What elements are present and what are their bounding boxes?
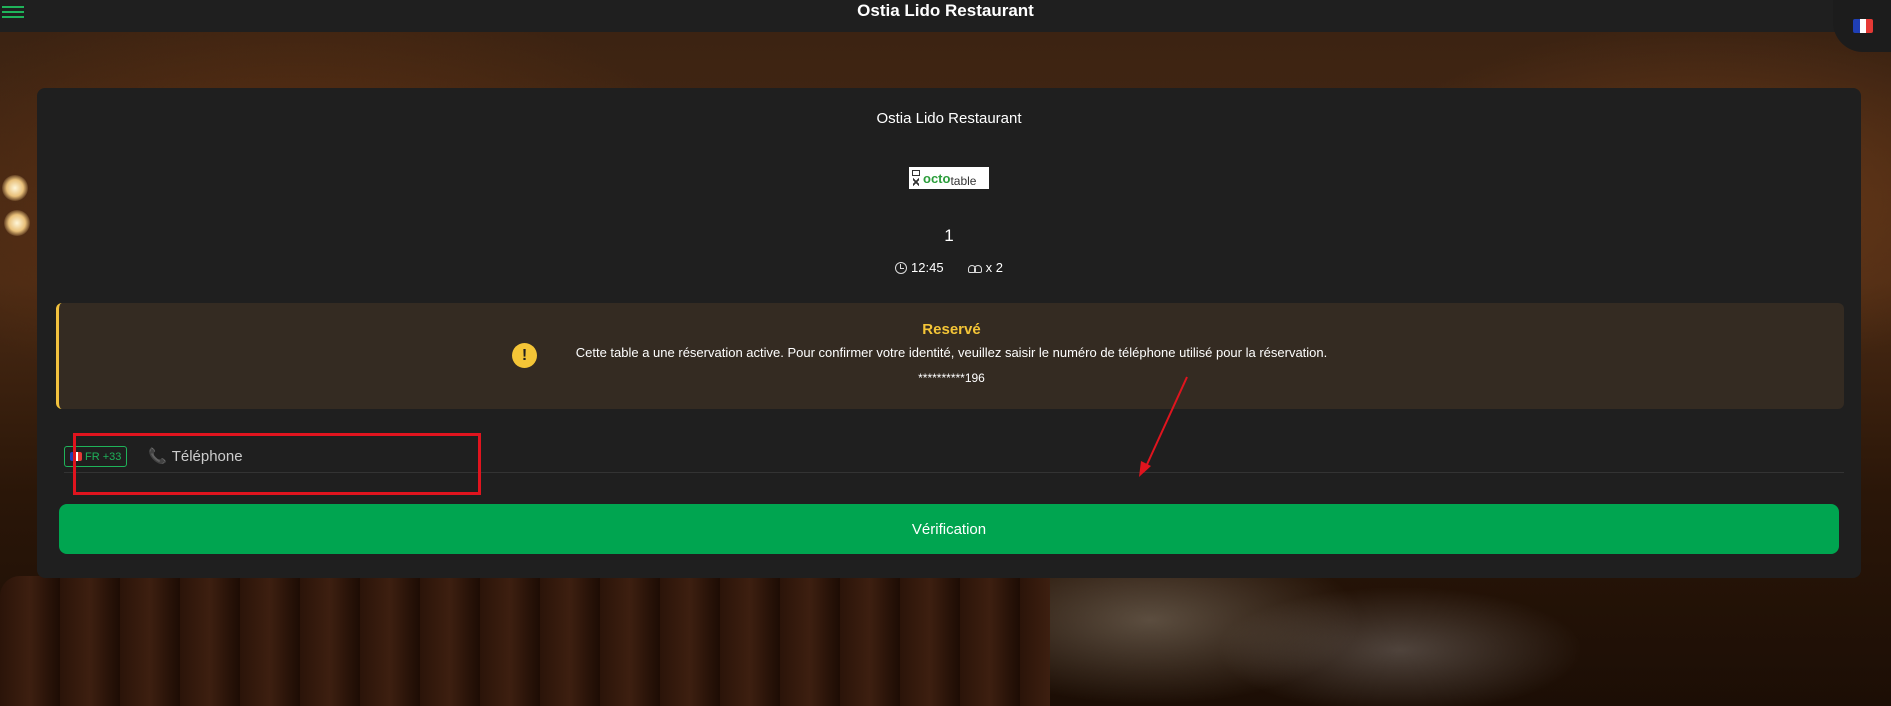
background-lamp-light: [2, 175, 28, 201]
alert-message: Cette table a une réservation active. Po…: [575, 345, 1328, 360]
octotable-logo: octo table: [909, 167, 989, 189]
time-value: 12:45: [911, 260, 944, 275]
phone-icon: 📞: [148, 448, 167, 465]
verification-button[interactable]: Vérification: [59, 504, 1839, 554]
robot-icon: [911, 169, 921, 187]
time-info: 12:45: [895, 260, 944, 275]
clock-icon: [895, 261, 908, 274]
guests-info: x 2: [967, 260, 1003, 275]
france-flag-icon: [1853, 19, 1873, 33]
background-lamp-light: [4, 210, 30, 236]
masked-phone: **********196: [918, 371, 985, 385]
restaurant-name: Ostia Lido Restaurant: [876, 110, 1022, 127]
people-icon: [967, 263, 982, 273]
table-number: 1: [944, 226, 954, 245]
logo-octo-text: octo: [923, 170, 951, 186]
language-switcher[interactable]: [1833, 0, 1891, 52]
france-flag-icon: [70, 452, 82, 461]
phone-input-row: FR +33 📞 Téléphone: [64, 438, 1844, 473]
country-code-label: FR +33: [85, 450, 122, 463]
phone-placeholder: Téléphone: [171, 447, 243, 465]
alert-title: Reservé: [922, 321, 981, 338]
page-title: Ostia Lido Restaurant: [857, 1, 1034, 20]
guests-value: x 2: [985, 260, 1003, 275]
top-bar: Ostia Lido Restaurant: [0, 0, 1891, 32]
phone-field[interactable]: 📞 Téléphone: [148, 444, 548, 468]
logo-table-text: table: [950, 173, 977, 188]
reservation-meta: 12:45 x 2: [37, 260, 1861, 275]
background-booth-seat: [0, 576, 1050, 706]
reserved-alert: Reservé ! Cette table a une réservation …: [56, 303, 1844, 409]
country-code-selector[interactable]: FR +33: [64, 446, 128, 467]
reservation-card: Ostia Lido Restaurant octo table 1 12:45…: [37, 88, 1861, 578]
